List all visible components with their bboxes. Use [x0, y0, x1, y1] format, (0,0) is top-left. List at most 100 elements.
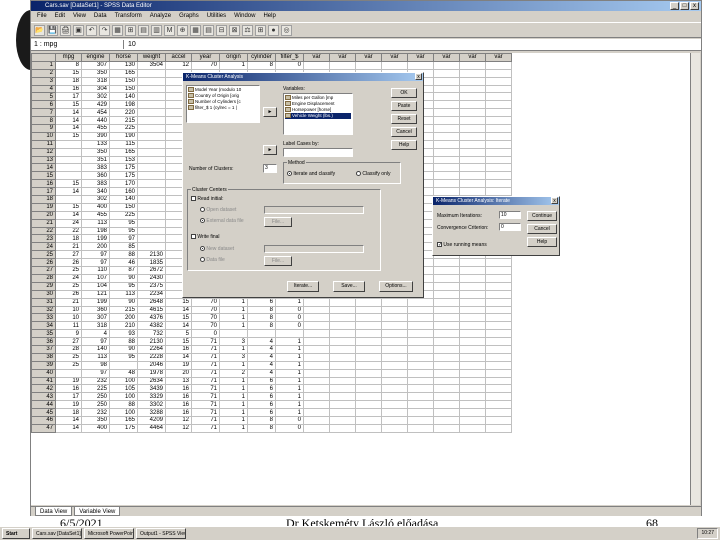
menu-item-help[interactable]: Help — [263, 11, 275, 21]
toolbar-button-icon[interactable]: M — [164, 25, 175, 36]
column-header[interactable]: mpg — [55, 53, 82, 62]
table-cell[interactable] — [433, 131, 460, 141]
table-cell[interactable] — [459, 139, 486, 149]
table-cell[interactable]: 1978 — [137, 368, 166, 378]
table-cell[interactable] — [433, 344, 460, 354]
table-cell[interactable]: 250 — [81, 392, 110, 402]
table-cell[interactable]: 16 — [165, 408, 192, 417]
table-cell[interactable]: 215 — [109, 305, 138, 315]
table-cell[interactable] — [459, 258, 486, 268]
num-clusters-input[interactable]: 3 — [263, 164, 277, 173]
toolbar-button-icon[interactable]: ↷ — [99, 25, 110, 36]
table-cell[interactable] — [459, 400, 486, 410]
toolbar-button-icon[interactable]: 💾 — [47, 25, 58, 36]
table-cell[interactable] — [329, 408, 356, 417]
table-cell[interactable] — [433, 187, 460, 197]
table-cell[interactable] — [485, 131, 512, 141]
table-cell[interactable]: 0 — [275, 305, 304, 315]
table-cell[interactable] — [303, 423, 330, 433]
table-cell[interactable]: 46 — [109, 258, 138, 268]
table-cell[interactable]: 110 — [81, 266, 110, 275]
table-cell[interactable]: 1 — [219, 415, 248, 425]
table-cell[interactable]: 18 — [55, 76, 82, 86]
menu-item-utilities[interactable]: Utilities — [207, 11, 226, 21]
table-cell[interactable]: 113 — [109, 289, 138, 299]
table-cell[interactable]: 165 — [109, 68, 138, 78]
table-cell[interactable] — [275, 329, 304, 339]
table-cell[interactable]: 100 — [109, 408, 138, 417]
row-number[interactable]: 14 — [31, 163, 56, 173]
table-cell[interactable]: 400 — [81, 202, 110, 212]
menu-item-analyze[interactable]: Analyze — [150, 11, 171, 21]
selected-variable-list[interactable]: Miles per Gallon [mp Engine Displacement H… — [283, 93, 353, 135]
table-cell[interactable]: 304 — [81, 84, 110, 94]
table-cell[interactable] — [407, 344, 434, 354]
table-cell[interactable] — [137, 84, 166, 94]
table-cell[interactable] — [485, 155, 512, 165]
table-cell[interactable]: 16 — [165, 392, 192, 402]
table-cell[interactable]: 198 — [81, 226, 110, 236]
table-cell[interactable] — [303, 400, 330, 410]
table-cell[interactable] — [407, 415, 434, 425]
table-cell[interactable] — [381, 392, 408, 402]
table-cell[interactable]: 0 — [191, 329, 220, 339]
table-cell[interactable]: 4 — [247, 352, 276, 362]
table-cell[interactable]: 1 — [275, 344, 304, 354]
table-cell[interactable]: 150 — [109, 84, 138, 94]
row-number[interactable]: 39 — [31, 360, 56, 370]
table-cell[interactable] — [303, 376, 330, 386]
table-cell[interactable] — [485, 60, 512, 70]
table-cell[interactable] — [433, 400, 460, 410]
table-cell[interactable] — [433, 147, 460, 157]
table-cell[interactable] — [433, 321, 460, 331]
table-cell[interactable] — [329, 344, 356, 354]
method-classify-option[interactable]: Classify only — [356, 171, 390, 177]
table-cell[interactable]: 95 — [109, 226, 138, 236]
column-header[interactable]: var — [433, 53, 460, 62]
source-variable-item[interactable]: filter_$ 1 (cylrec = 1 | — [188, 105, 258, 111]
table-cell[interactable]: 22 — [55, 226, 82, 236]
table-cell[interactable]: 70 — [191, 297, 220, 307]
table-cell[interactable]: 150 — [109, 202, 138, 212]
table-cell[interactable] — [459, 415, 486, 425]
table-row[interactable]: 38 25 113 95 2228 14 71 3 4 1 — [31, 352, 512, 362]
table-row[interactable]: 46 14 350 165 4209 12 71 1 8 0 — [31, 415, 512, 425]
row-number[interactable]: 16 — [31, 179, 56, 189]
table-cell[interactable] — [355, 305, 382, 315]
table-cell[interactable] — [407, 297, 434, 307]
table-cell[interactable] — [459, 313, 486, 323]
table-cell[interactable]: 15 — [165, 337, 192, 346]
table-cell[interactable]: 1 — [275, 352, 304, 362]
table-cell[interactable]: 1 — [275, 408, 304, 417]
table-cell[interactable]: 71 — [191, 384, 220, 394]
table-cell[interactable]: 1 — [219, 305, 248, 315]
new-dataset-option[interactable]: New dataset — [200, 246, 234, 252]
table-cell[interactable]: 3302 — [137, 400, 166, 410]
row-number[interactable]: 23 — [31, 234, 56, 244]
table-cell[interactable]: 14 — [55, 210, 82, 220]
table-cell[interactable]: 6 — [247, 384, 276, 394]
table-row[interactable]: 31 21 199 90 2648 15 70 1 6 1 — [31, 297, 512, 307]
table-cell[interactable] — [433, 179, 460, 189]
table-cell[interactable]: 115 — [109, 139, 138, 149]
table-cell[interactable] — [407, 337, 434, 346]
table-cell[interactable]: 1 — [219, 321, 248, 331]
table-cell[interactable]: 6 — [247, 392, 276, 402]
table-cell[interactable] — [355, 344, 382, 354]
table-cell[interactable]: 1 — [275, 297, 304, 307]
table-cell[interactable]: 71 — [191, 392, 220, 402]
table-cell[interactable]: 100 — [109, 392, 138, 402]
table-cell[interactable] — [485, 321, 512, 331]
table-cell[interactable] — [303, 415, 330, 425]
table-cell[interactable]: 71 — [191, 344, 220, 354]
table-cell[interactable] — [485, 360, 512, 370]
table-cell[interactable]: 14 — [55, 423, 82, 433]
table-cell[interactable] — [303, 305, 330, 315]
row-number[interactable]: 31 — [31, 297, 56, 307]
table-cell[interactable]: 3504 — [137, 60, 166, 70]
table-cell[interactable] — [433, 92, 460, 102]
table-cell[interactable]: 3 — [219, 337, 248, 346]
table-cell[interactable] — [459, 289, 486, 299]
table-cell[interactable] — [433, 281, 460, 291]
row-number[interactable]: 13 — [31, 155, 56, 165]
